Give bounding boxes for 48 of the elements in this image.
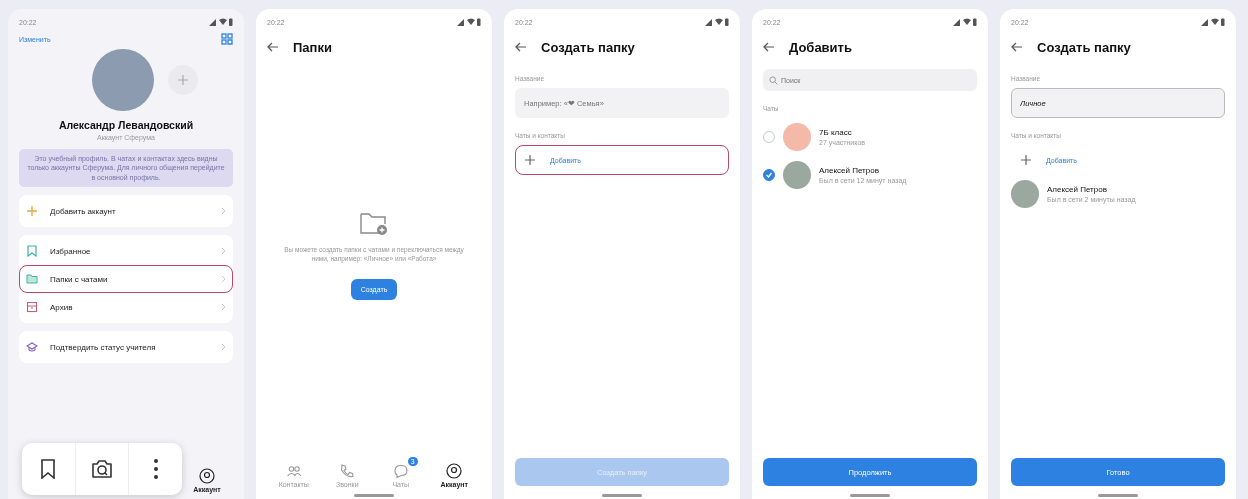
back-arrow-icon[interactable] <box>763 42 775 52</box>
chevron-right-icon <box>221 303 226 312</box>
screen-title: Создать папку <box>541 39 635 55</box>
graduation-cap-icon <box>26 341 38 354</box>
status-icons <box>953 18 977 26</box>
chevron-right-icon <box>221 275 226 284</box>
back-arrow-icon[interactable] <box>267 42 279 52</box>
menu-item[interactable]: Добавить аккаунт <box>19 197 233 226</box>
avatar-photo-placeholder <box>1011 180 1039 208</box>
account-icon <box>446 463 463 479</box>
plus-icon <box>177 74 189 86</box>
status-icons <box>457 18 481 26</box>
profile-name: Александр Левандовский <box>57 119 195 131</box>
chat-name: 7Б класс <box>819 128 853 137</box>
plus-icon <box>524 154 536 166</box>
folder-icon <box>26 273 38 286</box>
screen-title: Папки <box>293 39 332 55</box>
menu-item[interactable]: Архив <box>19 293 233 322</box>
account-icon <box>199 468 215 484</box>
plus-icon <box>26 205 38 218</box>
back-arrow-icon[interactable] <box>1011 42 1023 52</box>
screen-title: Добавить <box>789 39 852 55</box>
people-icon <box>285 463 302 479</box>
group-avatar <box>783 123 811 151</box>
avatar-photo-placeholder <box>783 161 811 189</box>
folder-add-icon <box>359 211 389 237</box>
bookmark-icon <box>26 245 38 258</box>
search-icon <box>769 75 778 85</box>
qr-code-icon[interactable] <box>221 33 233 45</box>
chevron-right-icon <box>221 247 226 256</box>
menu-item[interactable]: Подтвердить статус учителя <box>19 333 233 362</box>
status-icons <box>1201 18 1225 26</box>
checkmark-icon <box>765 171 773 179</box>
back-arrow-icon[interactable] <box>515 42 527 52</box>
phone-icon <box>339 463 356 479</box>
chat-name: Алексей Петров <box>819 166 880 175</box>
chevron-right-icon <box>221 343 226 352</box>
chat-bubble-icon <box>392 463 409 479</box>
archive-icon <box>26 301 38 314</box>
chevron-right-icon <box>221 207 226 216</box>
plus-icon <box>1020 154 1032 166</box>
menu-item[interactable]: Папки с чатами <box>19 265 233 294</box>
contact-name: Алексей Петров <box>1047 185 1108 194</box>
screen-title: Создать папку <box>1037 39 1131 55</box>
select-checkbox[interactable] <box>763 169 775 181</box>
status-icons <box>705 18 729 26</box>
status-icons <box>209 18 233 26</box>
menu-item[interactable]: Избранное <box>19 237 233 266</box>
